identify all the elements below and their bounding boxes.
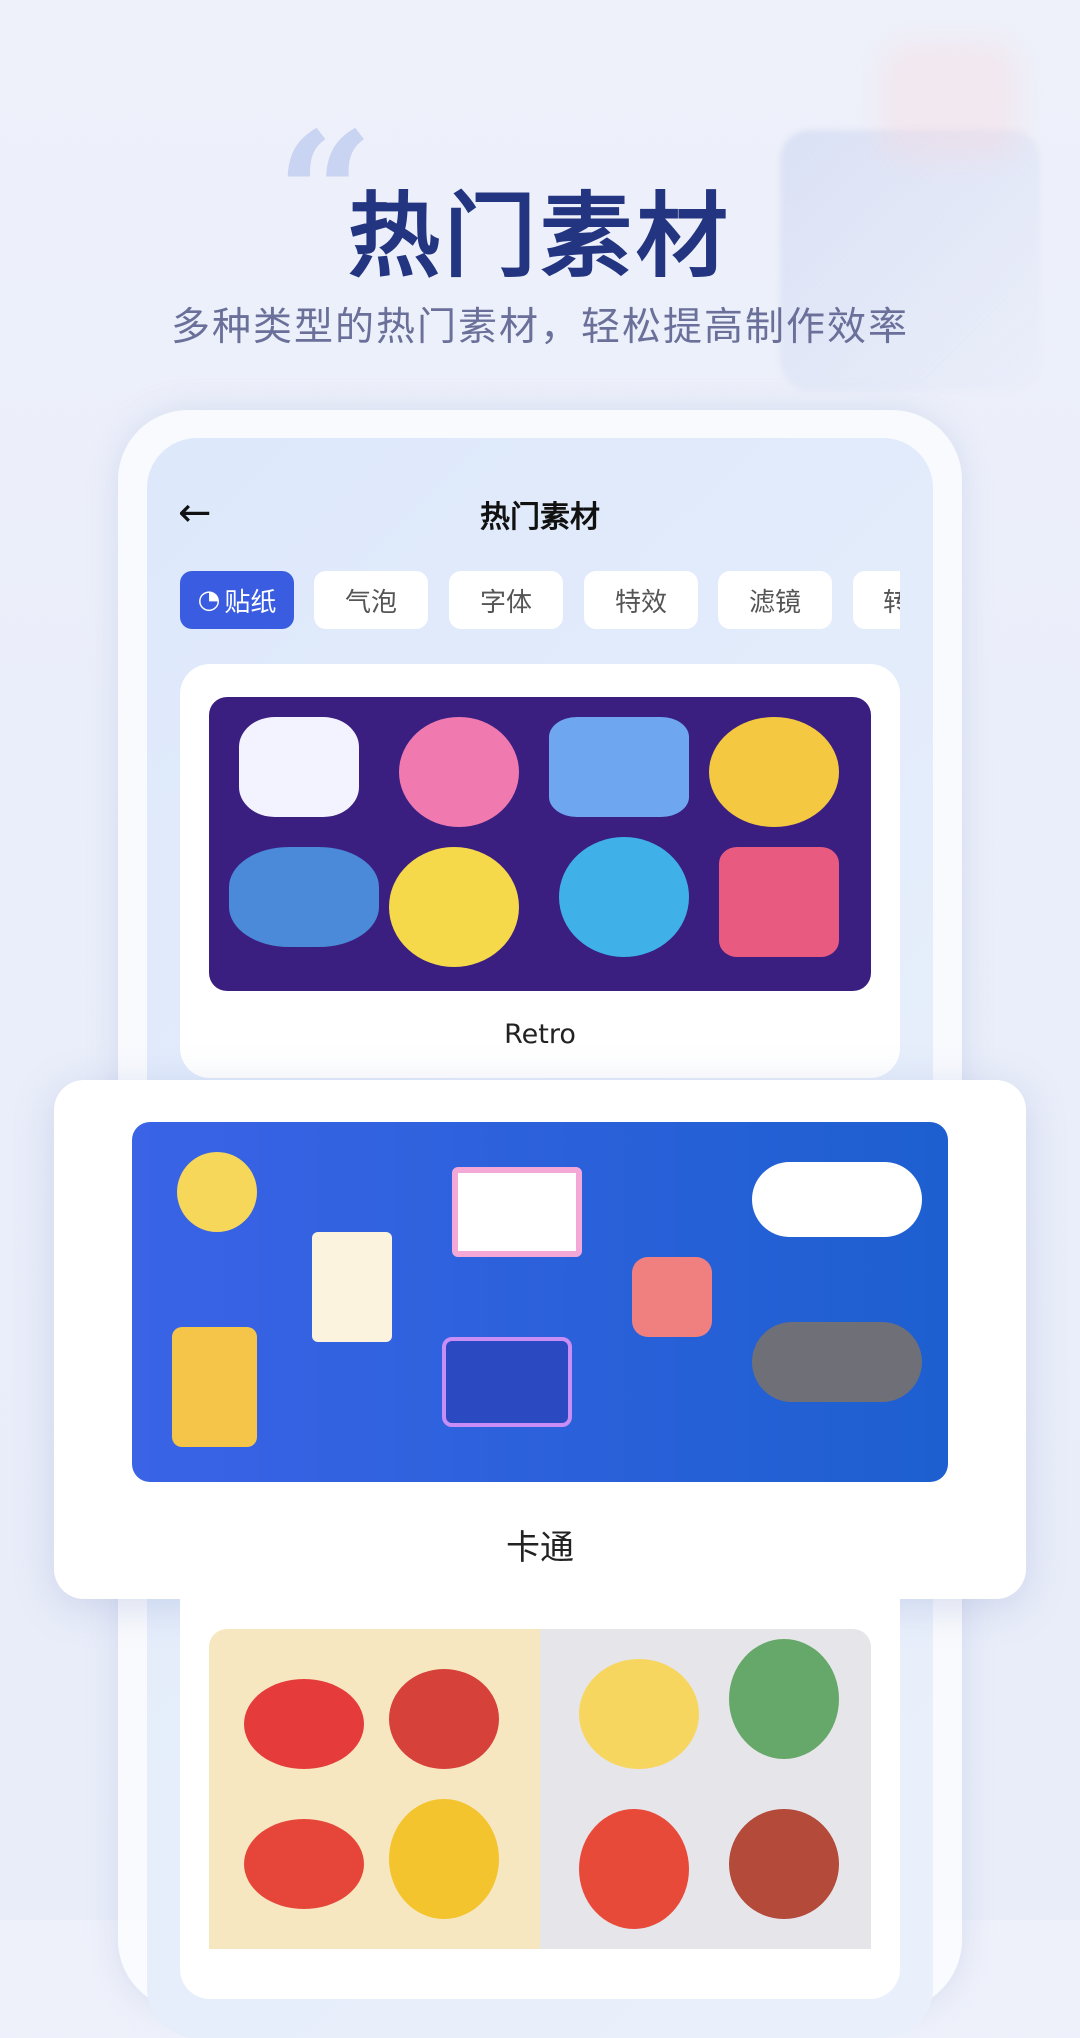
emoji-sticker-preview bbox=[209, 1629, 871, 1949]
tab-transitions[interactable]: 转 bbox=[853, 571, 900, 629]
hero-subtitle: 多种类型的热门素材，轻松提高制作效率 bbox=[170, 305, 909, 350]
card-label: Retro bbox=[504, 1019, 576, 1050]
tab-label: 气泡 bbox=[344, 587, 397, 618]
sticker bbox=[549, 717, 689, 817]
sticker bbox=[579, 1809, 689, 1929]
hero-title: 热门素材 bbox=[347, 183, 732, 290]
tab-label: 转 bbox=[883, 587, 900, 618]
tab-filters[interactable]: 滤镜 bbox=[718, 571, 832, 629]
material-card-cartoon[interactable]: 卡通 bbox=[54, 1080, 1026, 1599]
sticker bbox=[389, 1799, 499, 1919]
tab-label: 特效 bbox=[614, 587, 667, 618]
sticker bbox=[729, 1639, 839, 1759]
cake-sticker bbox=[177, 1152, 257, 1232]
sticker bbox=[719, 847, 839, 957]
tab-bubbles[interactable]: 气泡 bbox=[314, 571, 428, 629]
birthday-cake-sticker bbox=[632, 1257, 712, 1337]
category-tabs: ◔ 贴纸 气泡 字体 特效 滤镜 转 bbox=[180, 571, 900, 629]
material-card-retro[interactable]: Retro bbox=[180, 664, 900, 1078]
cloud-sticker bbox=[752, 1162, 922, 1237]
sticker bbox=[389, 847, 519, 967]
cartoon-sticker-preview bbox=[132, 1122, 948, 1482]
tab-label: 滤镜 bbox=[748, 587, 801, 618]
note-sticker bbox=[312, 1232, 392, 1342]
sticker bbox=[709, 717, 839, 827]
rain-cloud-sticker bbox=[752, 1322, 922, 1402]
material-card-emoji[interactable] bbox=[180, 1599, 900, 1999]
sticker bbox=[389, 1669, 499, 1769]
tab-label: 字体 bbox=[479, 587, 532, 618]
sticker bbox=[559, 837, 689, 957]
sticker bbox=[239, 717, 359, 817]
sticker bbox=[399, 717, 519, 827]
retro-sticker-preview bbox=[209, 697, 871, 991]
cassette-sticker bbox=[442, 1337, 572, 1427]
screen-sticker bbox=[452, 1167, 582, 1257]
background-decoration bbox=[880, 40, 1020, 160]
sticker bbox=[579, 1659, 699, 1769]
header-title: 热门素材 bbox=[480, 500, 600, 535]
sticker-icon: ◔ bbox=[197, 585, 221, 615]
sticker bbox=[229, 847, 379, 947]
sticker bbox=[244, 1679, 364, 1769]
sticker bbox=[729, 1809, 839, 1919]
sticker bbox=[244, 1819, 364, 1909]
tab-stickers[interactable]: ◔ 贴纸 bbox=[180, 571, 294, 629]
tab-fonts[interactable]: 字体 bbox=[449, 571, 563, 629]
gameboy-sticker bbox=[172, 1327, 257, 1447]
tab-effects[interactable]: 特效 bbox=[584, 571, 698, 629]
card-label: 卡通 bbox=[506, 1528, 574, 1568]
tab-label: 贴纸 bbox=[224, 587, 277, 618]
